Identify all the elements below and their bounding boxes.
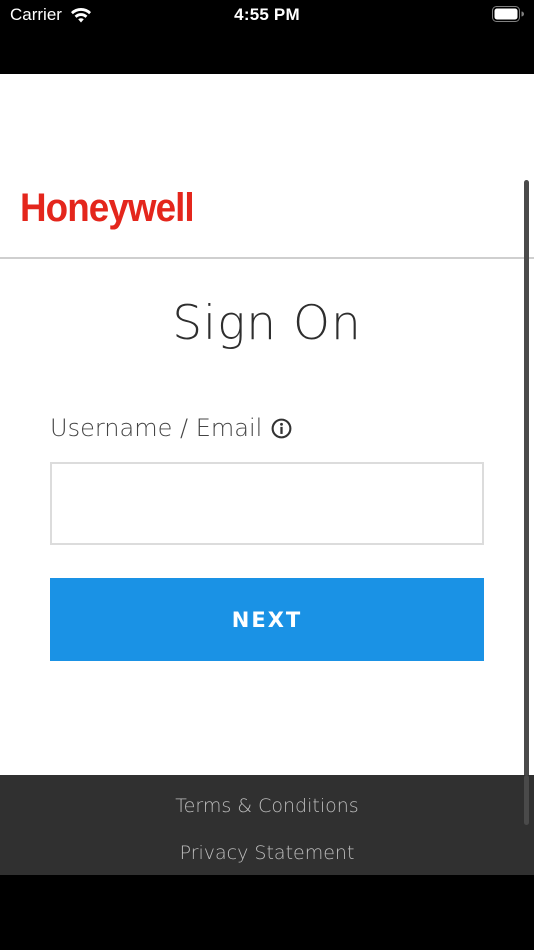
status-bar: Carrier 4:55 PM bbox=[0, 0, 534, 74]
terms-link[interactable]: Terms & Conditions bbox=[0, 795, 534, 817]
username-label: Username / Email bbox=[50, 414, 263, 442]
header-divider bbox=[0, 257, 534, 259]
info-icon[interactable] bbox=[271, 418, 292, 439]
honeywell-logo: Honeywell bbox=[20, 186, 195, 230]
privacy-link[interactable]: Privacy Statement bbox=[0, 842, 534, 864]
page-title: Sign On bbox=[172, 296, 362, 351]
signin-page: Honeywell Sign On Username / Email NEXT bbox=[0, 74, 534, 775]
bottom-bar bbox=[0, 875, 534, 950]
scrollbar[interactable] bbox=[524, 180, 529, 775]
status-time: 4:55 PM bbox=[234, 5, 300, 24]
footer-scrollbar bbox=[524, 775, 529, 825]
username-label-row: Username / Email bbox=[50, 414, 292, 442]
next-button[interactable]: NEXT bbox=[50, 578, 484, 661]
username-input[interactable] bbox=[50, 462, 484, 545]
battery-icon bbox=[492, 6, 524, 22]
footer: Terms & Conditions Privacy Statement bbox=[0, 775, 534, 875]
